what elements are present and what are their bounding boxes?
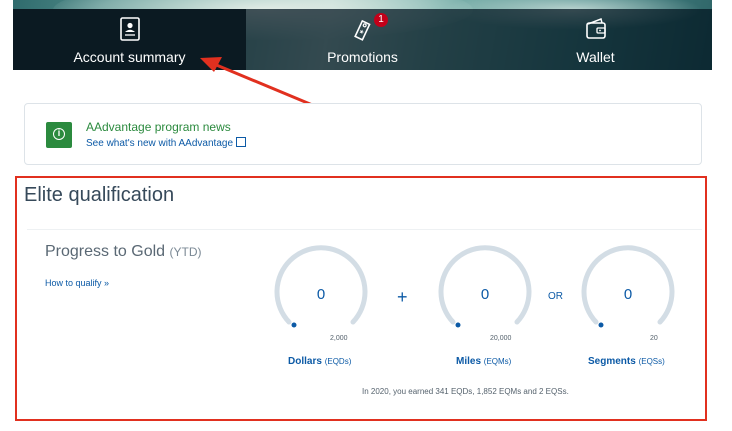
gauge-value: 0	[316, 286, 326, 303]
gauge-label-dollars: Dollars (EQDs)	[288, 356, 351, 367]
gauge-value: 0	[623, 286, 633, 303]
gauge-label-miles: Miles (EQMs)	[456, 356, 511, 367]
gauge-label-sub: (EQDs)	[324, 357, 352, 366]
gauge-indicator-dot	[598, 322, 604, 328]
plus-operator: +	[397, 287, 408, 307]
gauge-max: 20	[650, 335, 658, 342]
gauge-max: 20,000	[490, 335, 512, 342]
gauge-label-sub: (EQSs)	[638, 357, 665, 366]
gauge-label-text: Segments	[588, 356, 636, 367]
gauge-value: 0	[480, 286, 490, 303]
gauge-label-sub: (EQMs)	[483, 357, 512, 366]
gauge-label-text: Dollars	[288, 356, 322, 367]
gauge-label-segments: Segments (EQSs)	[588, 356, 665, 367]
gauge-label-text: Miles	[456, 356, 482, 367]
or-operator: OR	[548, 291, 563, 302]
gauge-max: 2,000	[330, 335, 348, 342]
gauge-segments-values: 0	[0, 0, 632, 303]
gauge-indicator-dot	[291, 322, 297, 328]
gauge-indicator-dot	[455, 322, 461, 328]
earned-footnote: In 2020, you earned 341 EQDs, 1,852 EQMs…	[362, 387, 569, 396]
